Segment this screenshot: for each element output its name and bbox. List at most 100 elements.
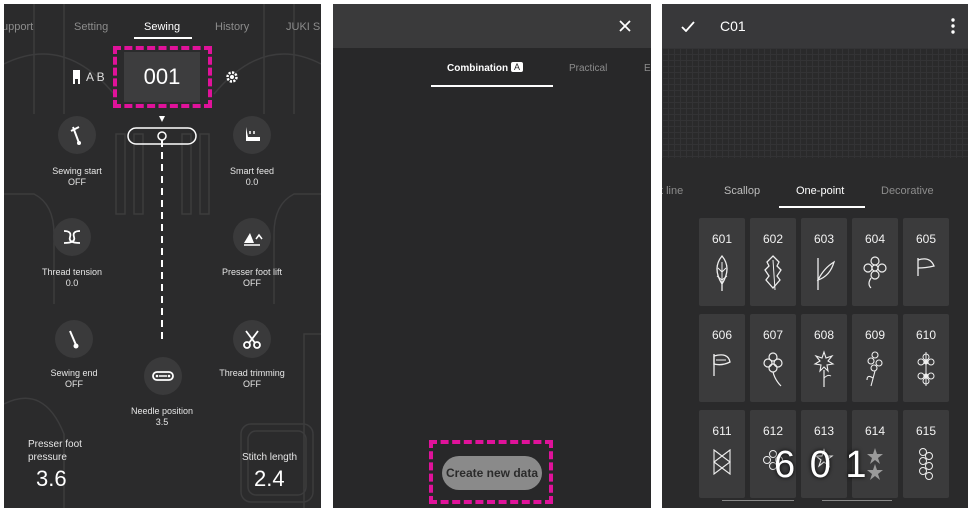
tab-e[interactable]: E [644, 63, 651, 74]
bowtie-pattern-icon [713, 448, 731, 476]
sewing-start-button[interactable] [58, 116, 96, 154]
needle-position-button[interactable] [144, 357, 182, 395]
clover-icon [763, 352, 783, 387]
thread-tension-label: Thread tension [41, 267, 103, 277]
tile-number: 613 [813, 424, 835, 438]
highlight-pattern-number [113, 46, 212, 108]
tile-number: 614 [864, 424, 886, 438]
presser-foot-lift-icon [244, 233, 263, 246]
tab-decorative[interactable]: Decorative [881, 185, 934, 197]
tab-juki[interactable]: JUKI S [286, 21, 320, 33]
pattern-tile-608[interactable]: 608 [801, 314, 847, 402]
thread-tension-button[interactable] [53, 218, 91, 256]
tile-number: 608 [813, 328, 835, 342]
presser-foot-lift-label: Presser foot lift [221, 267, 283, 277]
thread-trimming-button[interactable] [233, 320, 271, 358]
ab-label: A B [86, 70, 105, 84]
pattern-tile-601[interactable]: 601 [699, 218, 745, 306]
tab-sewing-underline [134, 37, 192, 39]
presser-foot-lift-button[interactable] [233, 218, 271, 256]
tab-setting[interactable]: Setting [74, 21, 108, 33]
tab-combination[interactable]: Combination [447, 63, 508, 74]
stitch-length-value[interactable]: 2.4 [254, 466, 285, 492]
presser-pressure-value[interactable]: 3.6 [36, 466, 67, 492]
thread-trimming-value: OFF [243, 379, 261, 389]
scissors-icon [243, 330, 261, 349]
thread-tension-value: 0.0 [65, 278, 79, 288]
tile-number: 609 [864, 328, 886, 342]
smart-feed-label: Smart feed [229, 166, 275, 176]
pattern-tile-602[interactable]: 602 [750, 218, 796, 306]
check-icon[interactable] [681, 21, 695, 32]
leaf-icon [716, 254, 728, 291]
pattern-tile-615[interactable]: 615 [903, 410, 949, 498]
tile-number: 615 [915, 424, 937, 438]
tab-scallop[interactable]: Scallop [724, 185, 760, 197]
pattern-tile-605[interactable]: 605 [903, 218, 949, 306]
more-menu-icon[interactable] [951, 18, 955, 34]
sewing-end-text: Sewing end OFF [21, 368, 127, 390]
smart-feed-text: Smart feed 0.0 [199, 166, 305, 188]
overlay-bracket-right [822, 500, 892, 501]
needle-position-icon [152, 371, 174, 381]
tab-practical[interactable]: Practical [569, 63, 607, 74]
tab-combination-underline [431, 85, 553, 87]
pattern-tile-609[interactable]: 609 [852, 314, 898, 402]
tab-support[interactable]: upport [4, 21, 33, 33]
close-icon[interactable] [619, 20, 631, 32]
pattern-tile-607[interactable]: 607 [750, 314, 796, 402]
tile-number: 605 [915, 232, 937, 246]
sewing-start-value: OFF [68, 177, 86, 187]
sewing-start-label: Sewing start [52, 166, 102, 176]
sewing-end-button[interactable] [55, 320, 93, 358]
presser-pressure-label: Presser foot pressure [28, 438, 82, 464]
star-flower-icon [813, 350, 835, 387]
sewing-end-label: Sewing end [50, 368, 98, 378]
tile-number: 610 [915, 328, 937, 342]
flower-sprig-icon [866, 351, 883, 387]
sewing-end-value: OFF [65, 379, 83, 389]
tile-number: 604 [864, 232, 886, 246]
tile-number: 612 [762, 424, 784, 438]
top-bar [662, 4, 968, 48]
flag-leaf-icon [917, 258, 935, 276]
tab-straight-line[interactable]: t line [662, 185, 683, 197]
tab-history[interactable]: History [215, 21, 249, 33]
presser-pressure-label-line1: Presser foot [28, 439, 82, 450]
gear-icon[interactable] [225, 70, 239, 84]
tile-number: 602 [762, 232, 784, 246]
stitch-length-label: Stitch length [242, 452, 298, 463]
bubble-chain-icon [919, 448, 933, 480]
pattern-tile-603[interactable]: 603 [801, 218, 847, 306]
preview-grid [662, 48, 968, 158]
tile-number: 603 [813, 232, 835, 246]
leaf-flag-icon [713, 354, 731, 376]
tab-one-point[interactable]: One-point [796, 185, 844, 197]
needle-end-icon [69, 330, 79, 349]
pattern-tile-611[interactable]: 611 [699, 410, 745, 498]
top-bar [333, 4, 651, 48]
pattern-tile-604[interactable]: 604 [852, 218, 898, 306]
pattern-select-panel: C01 t line Scallop One-point Decorative … [662, 4, 968, 508]
serrated-leaf-icon [764, 255, 782, 291]
tile-number: 601 [711, 232, 733, 246]
pattern-title: C01 [720, 18, 746, 34]
thread-trimming-text: Thread trimming OFF [199, 368, 305, 390]
needle-position-label: Needle position [130, 406, 194, 416]
pattern-tile-606[interactable]: 606 [699, 314, 745, 402]
needle-start-icon [70, 126, 81, 145]
tile-number: 611 [712, 424, 732, 438]
presser-pressure-label-line2: pressure [28, 452, 67, 463]
needle-position-value: 3.5 [155, 417, 169, 427]
sewing-screen-panel: upport Setting Sewing History JUKI S A B… [4, 4, 321, 508]
tab-sewing[interactable]: Sewing [144, 21, 180, 33]
pattern-tile-610[interactable]: 610 [903, 314, 949, 402]
tile-number: 607 [762, 328, 784, 342]
tab-one-point-underline [779, 206, 865, 208]
stem-leaf-icon [816, 258, 836, 290]
tile-number: 606 [711, 328, 733, 342]
overlay-bracket-left [722, 500, 794, 501]
presser-foot-lift-text: Presser foot lift OFF [199, 267, 305, 289]
smart-feed-button[interactable] [233, 116, 271, 154]
presser-foot-lift-value: OFF [243, 278, 261, 288]
